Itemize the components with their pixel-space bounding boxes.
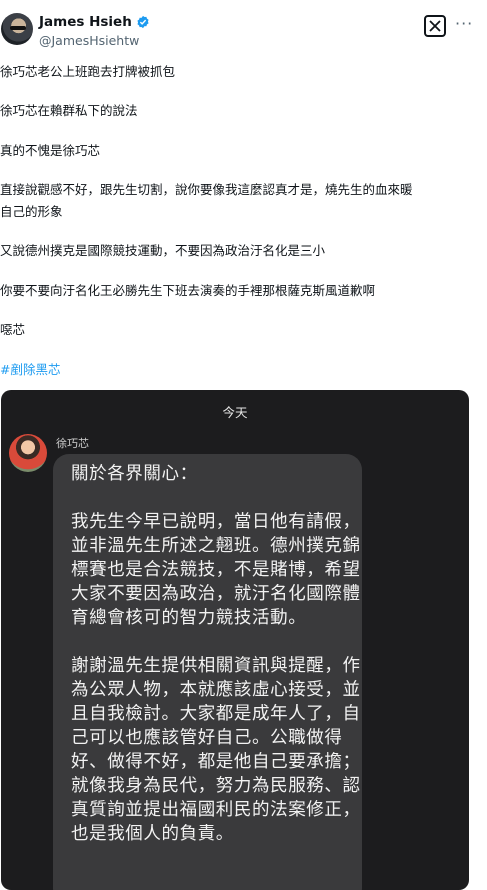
- author-avatar[interactable]: [1, 13, 33, 45]
- post-text-line: 徐巧芯在賴群私下的說法: [0, 103, 138, 118]
- chat-message-text: 關於各界關心： 我先生今早已說明，當日他有請假，並非溫先生所述之翹班。德州撲克錦…: [71, 464, 361, 844]
- post-text-line: 又說德州撲克是國際競技運動，不要因為政治汙名化是三小: [0, 243, 326, 258]
- verified-badge-icon: [137, 15, 149, 29]
- post-text-line: 直接說觀感不好，跟先生切割，說你要像我這麼認真才是，燒先生的血來暖: [0, 182, 413, 197]
- sender-avatar: [9, 434, 47, 472]
- post-image[interactable]: 今天 徐巧芯 關於各界關心： 我先生今早已說明，當日他有請假，並非溫先生所述之翹…: [1, 390, 469, 890]
- chat-date-label: 今天: [222, 405, 248, 420]
- post-text-line: 噁芯: [0, 322, 26, 337]
- author-display-name[interactable]: James Hsieh: [39, 14, 132, 30]
- grok-icon[interactable]: [424, 15, 446, 37]
- grok-glyph-icon: [429, 20, 441, 32]
- avatar-glasses: [10, 26, 26, 30]
- chat-sender-name: 徐巧芯: [56, 437, 89, 450]
- post-header: James Hsieh @JamesHsiehtw ···: [0, 0, 487, 60]
- post-text-line: 真的不愧是徐巧芯: [0, 143, 101, 158]
- more-options-icon[interactable]: ···: [455, 14, 473, 33]
- post-text-line: 自己的形象: [0, 204, 63, 219]
- author-name-row: James Hsieh: [39, 14, 150, 30]
- post-text-line: 你要不要向汙名化王必勝先生下班去演奏的手裡那根薩克斯風道歉啊: [0, 283, 376, 298]
- author-handle[interactable]: @JamesHsiehtw: [39, 33, 139, 48]
- hashtag-link[interactable]: #剷除黑芯: [0, 360, 480, 379]
- chat-message-bubble: 關於各界關心： 我先生今早已說明，當日他有請假，並非溫先生所述之翹班。德州撲克錦…: [53, 454, 362, 890]
- post-text-line: 徐巧芯老公上班跑去打牌被抓包: [0, 64, 176, 79]
